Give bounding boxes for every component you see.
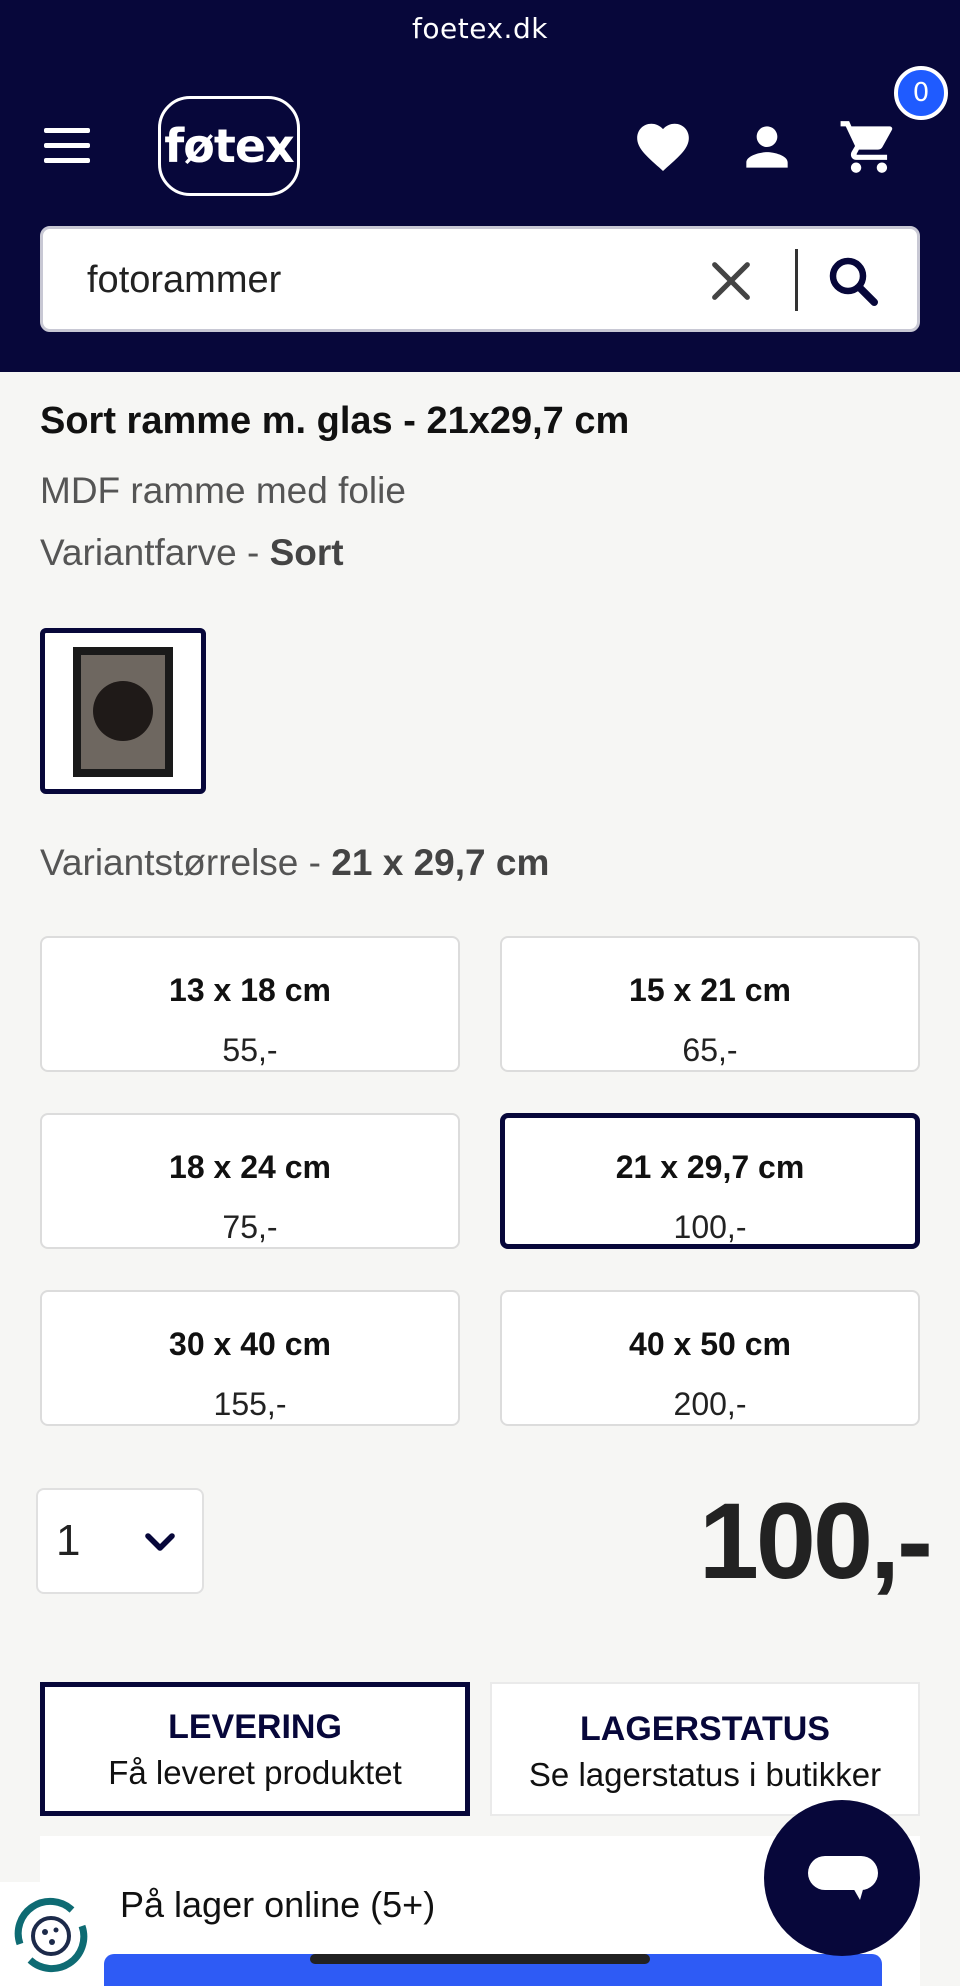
tab-description: Få leveret produktet <box>108 1754 402 1791</box>
variant-size-label: Variantstørrelse - <box>40 842 332 883</box>
variant-color: Variantfarve - Sort <box>40 532 344 574</box>
size-option-price: 55,- <box>222 1032 278 1068</box>
cookie-settings-button[interactable] <box>0 1882 102 1986</box>
variant-color-label: Variantfarve - <box>40 532 270 573</box>
user-icon[interactable] <box>736 116 798 178</box>
menu-icon[interactable] <box>44 128 94 164</box>
tab-description: Se lagerstatus i butikker <box>528 1756 882 1793</box>
size-option-price: 100,- <box>673 1209 747 1245</box>
tab-heading: LAGERSTATUS <box>580 1710 830 1748</box>
size-option-price: 65,- <box>682 1032 738 1068</box>
search-icon[interactable] <box>823 251 883 311</box>
chat-button[interactable] <box>764 1800 920 1956</box>
search-bar <box>40 226 920 332</box>
cookie-icon <box>14 1897 88 1973</box>
size-option-40x50[interactable]: 40 x 50 cm 200,- <box>500 1290 920 1426</box>
size-option-15x21[interactable]: 15 x 21 cm 65,- <box>500 936 920 1072</box>
size-option-label: 18 x 24 cm <box>169 1149 331 1185</box>
search-input[interactable] <box>87 251 687 309</box>
size-option-price: 200,- <box>673 1386 747 1422</box>
chevron-down-icon <box>145 1533 175 1551</box>
product-description: MDF ramme med folie <box>40 470 406 511</box>
tab-heading: LEVERING <box>168 1708 342 1746</box>
color-variant-thumbnail[interactable] <box>40 628 206 794</box>
tab-levering[interactable]: LEVERING Få leveret produktet <box>40 1682 470 1816</box>
size-option-21x29-selected[interactable]: 21 x 29,7 cm 100,- <box>500 1113 920 1249</box>
tab-lagerstatus[interactable]: LAGERSTATUS Se lagerstatus i butikker <box>490 1682 920 1816</box>
size-option-label: 13 x 18 cm <box>169 972 331 1008</box>
size-option-label: 21 x 29,7 cm <box>615 1149 805 1185</box>
site-header: foetex.dk føtex 0 <box>0 0 960 372</box>
size-option-label: 15 x 21 cm <box>629 972 791 1008</box>
product-price: 100,- <box>698 1480 933 1601</box>
size-option-label: 40 x 50 cm <box>629 1326 791 1362</box>
variant-size-value: 21 x 29,7 cm <box>331 842 550 883</box>
heart-icon[interactable] <box>632 116 694 178</box>
size-option-18x24[interactable]: 18 x 24 cm 75,- <box>40 1113 460 1249</box>
product-title: Sort ramme m. glas - 21x29,7 cm <box>40 400 630 442</box>
stock-status: På lager online (5+) <box>120 1884 436 1925</box>
size-option-price: 75,- <box>222 1209 278 1245</box>
cart-count-badge: 0 <box>894 66 948 120</box>
home-indicator <box>310 1954 650 1964</box>
chat-bubble-icon <box>808 1856 878 1900</box>
size-option-13x18[interactable]: 13 x 18 cm 55,- <box>40 936 460 1072</box>
size-option-price: 155,- <box>213 1386 287 1422</box>
variant-size: Variantstørrelse - 21 x 29,7 cm <box>40 842 549 884</box>
size-option-30x40[interactable]: 30 x 40 cm 155,- <box>40 1290 460 1426</box>
foetex-logo[interactable]: føtex <box>158 96 300 196</box>
size-option-label: 30 x 40 cm <box>169 1326 331 1362</box>
clear-search-icon[interactable] <box>703 253 759 309</box>
frame-image <box>73 647 173 777</box>
browser-url[interactable]: foetex.dk <box>0 12 960 45</box>
quantity-value: 1 <box>56 1516 81 1565</box>
quantity-select[interactable]: 1 <box>36 1488 204 1594</box>
cart-icon[interactable] <box>838 116 900 178</box>
variant-color-value: Sort <box>269 532 344 573</box>
search-divider <box>795 249 798 311</box>
